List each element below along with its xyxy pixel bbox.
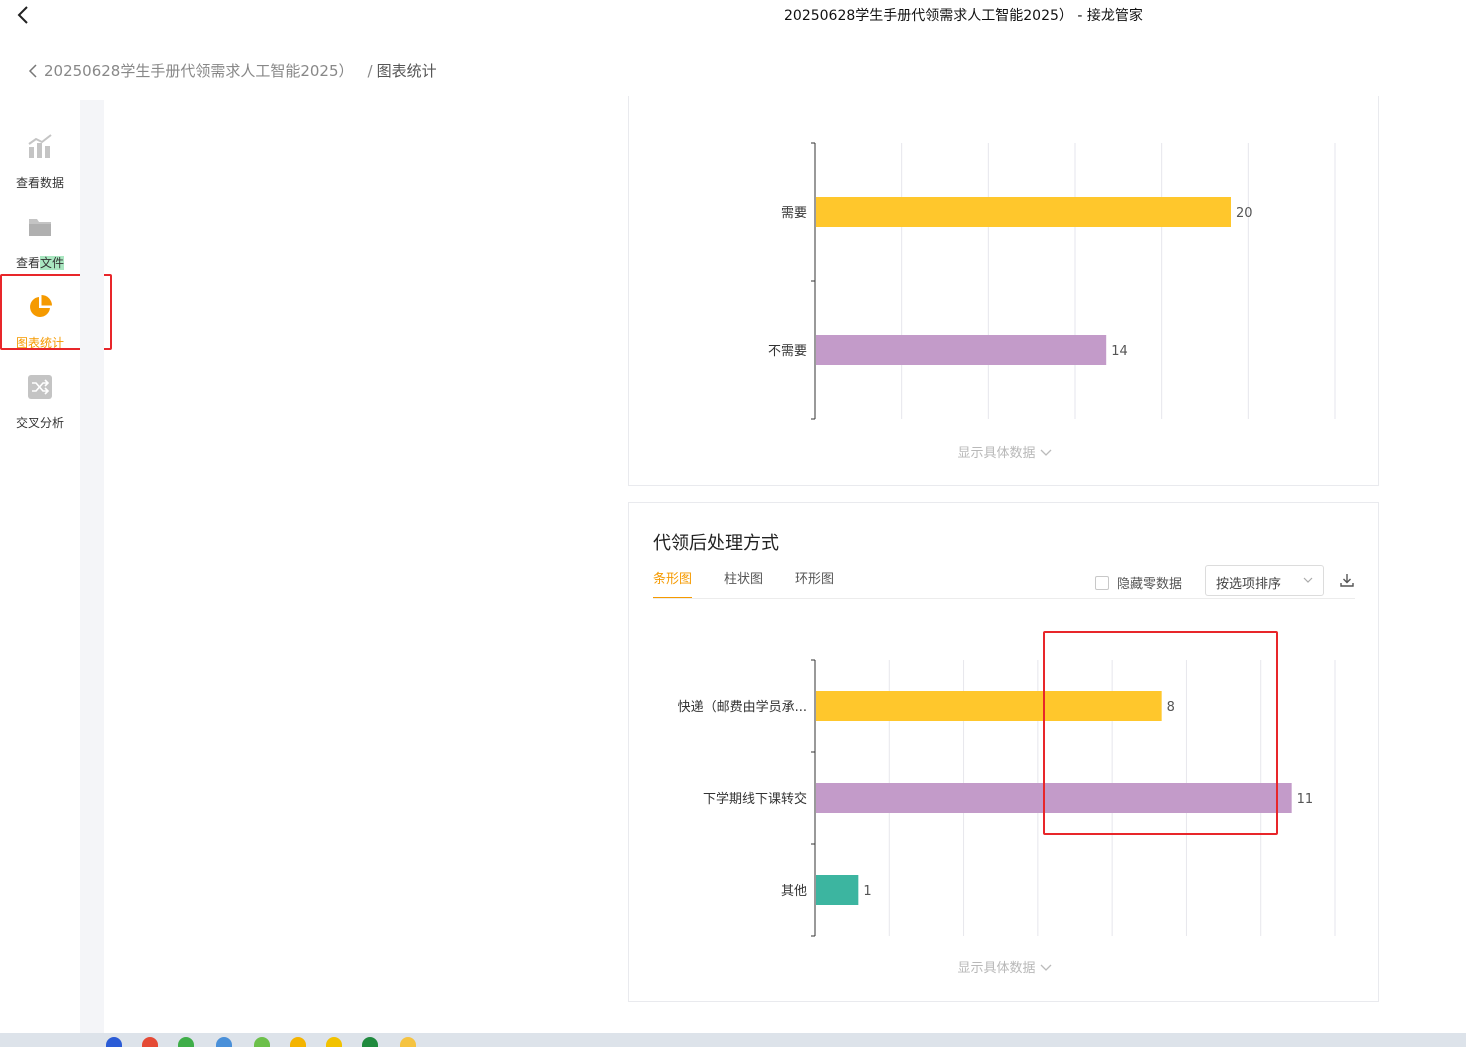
- value-label: 11: [1297, 792, 1314, 807]
- bar-2: [816, 875, 859, 905]
- tab-column-chart[interactable]: 柱状图: [724, 571, 763, 599]
- category-label: 快递（邮费由学员承...: [678, 699, 807, 715]
- window-title: 20250628学生手册代领需求人工智能2025） - 接龙管家: [784, 8, 1143, 24]
- chevron-down-icon: [1040, 964, 1051, 971]
- annotation-highlight-box: [1043, 631, 1278, 835]
- shuffle-icon: [28, 375, 52, 399]
- category-label: 其他: [781, 884, 807, 899]
- sidebar-item-view-files[interactable]: 查看文件: [0, 190, 80, 270]
- breadcrumb-back-icon[interactable]: [26, 62, 40, 80]
- sidebar-item-cross-analysis[interactable]: 交叉分析: [0, 350, 80, 430]
- title-bar: 20250628学生手册代领需求人工智能2025） - 接龙管家: [0, 0, 1466, 30]
- bar-trend-icon: [28, 134, 52, 158]
- value-label: 20: [1236, 206, 1253, 221]
- category-label: 不需要: [768, 344, 807, 359]
- browser-icon[interactable]: [142, 1037, 158, 1047]
- chevron-down-icon: [1040, 449, 1051, 456]
- bar-0: [816, 197, 1231, 227]
- breadcrumb-current: 图表统计: [376, 62, 437, 80]
- chart-type-tabs: 条形图 柱状图 环形图: [653, 571, 866, 599]
- app-icon[interactable]: [326, 1037, 342, 1047]
- tabs-divider: [653, 598, 1355, 599]
- breadcrumb-separator: /: [367, 61, 373, 80]
- value-label: 14: [1111, 344, 1128, 359]
- sidebar-item-label: 交叉分析: [15, 416, 64, 430]
- taskbar: [0, 1033, 1466, 1047]
- folder-icon: [29, 219, 51, 236]
- excel-icon[interactable]: [362, 1037, 378, 1047]
- chevron-down-icon: [1303, 577, 1313, 583]
- checkbox-box[interactable]: [1095, 575, 1109, 590]
- chart-card-1: 需要 20 不需要 14 显示具体数据: [628, 96, 1379, 486]
- sidebar-label-part: 查看: [15, 256, 40, 270]
- folder-icon[interactable]: [290, 1037, 306, 1047]
- app-icon[interactable]: [254, 1037, 270, 1047]
- sort-select[interactable]: 按选项排序: [1205, 565, 1324, 596]
- sidebar-item-label: 查看数据: [15, 176, 64, 190]
- show-detail-toggle[interactable]: 显示具体数据: [629, 442, 1380, 461]
- app-icon[interactable]: [400, 1037, 416, 1047]
- sidebar-item-label: 查看文件: [0, 254, 80, 271]
- category-label: 下学期线下课转交: [703, 791, 807, 807]
- hide-zero-label: 隐藏零数据: [1117, 577, 1183, 592]
- sidebar: 查看数据 查看文件 图表统计 交叉分析: [0, 100, 80, 1033]
- show-detail-toggle[interactable]: 显示具体数据: [629, 957, 1380, 976]
- sort-select-value: 按选项排序: [1216, 577, 1282, 592]
- chat-icon[interactable]: [178, 1037, 194, 1047]
- bar-1: [816, 335, 1107, 365]
- breadcrumb-parent[interactable]: 20250628学生手册代领需求人工智能2025）: [44, 60, 354, 81]
- value-label: 1: [863, 884, 871, 899]
- app-icon[interactable]: [106, 1037, 122, 1047]
- download-icon[interactable]: [1339, 572, 1355, 588]
- bar-chart-1: 需要 20 不需要 14: [768, 142, 1336, 420]
- app-icon[interactable]: [216, 1037, 232, 1047]
- chart-title: 代领后处理方式: [653, 533, 779, 554]
- hide-zero-checkbox[interactable]: 隐藏零数据: [1095, 573, 1182, 592]
- back-arrow-icon[interactable]: [14, 4, 34, 26]
- show-detail-label: 显示具体数据: [957, 446, 1036, 461]
- show-detail-label: 显示具体数据: [957, 961, 1036, 976]
- tab-donut-chart[interactable]: 环形图: [795, 571, 834, 599]
- tab-bar-chart[interactable]: 条形图: [653, 571, 693, 599]
- sidebar-item-view-data[interactable]: 查看数据: [0, 110, 80, 190]
- category-label: 需要: [781, 206, 807, 221]
- highlighted-text: 文件: [40, 256, 65, 270]
- content-gutter: [80, 100, 104, 1033]
- breadcrumb: 20250628学生手册代领需求人工智能2025） / 图表统计: [26, 60, 437, 81]
